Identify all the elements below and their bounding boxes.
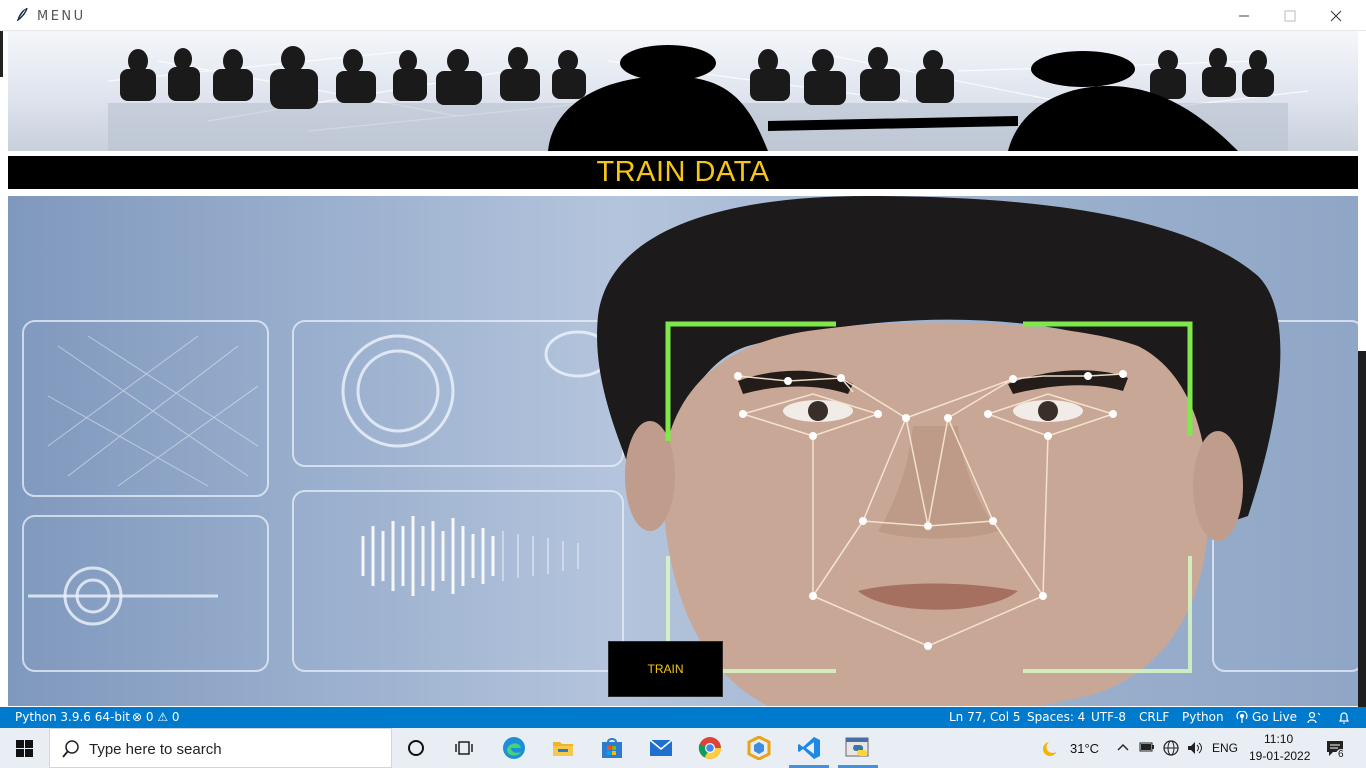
- task-view-button[interactable]: [440, 728, 488, 768]
- broadcast-icon: [1236, 711, 1248, 723]
- notifications-bell-icon[interactable]: [1338, 711, 1350, 724]
- search-placeholder: Type here to search: [89, 741, 222, 758]
- window-title: MENU: [37, 9, 86, 24]
- clock-date[interactable]: 19-01-2022: [1249, 749, 1310, 763]
- window-titlebar: MENU: [0, 0, 1366, 31]
- vscode-icon: [798, 737, 820, 759]
- maximize-icon: [1284, 10, 1296, 21]
- battery-icon[interactable]: [1139, 741, 1155, 753]
- python-interpreter[interactable]: Python 3.9.6 64-bit: [15, 710, 130, 724]
- edge-button[interactable]: [490, 728, 538, 768]
- maximize-button[interactable]: [1267, 0, 1313, 31]
- search-icon: [62, 740, 79, 758]
- mail-icon: [649, 739, 673, 756]
- chevron-up-icon[interactable]: [1117, 743, 1129, 751]
- file-explorer-button[interactable]: [539, 728, 587, 768]
- business-people-silhouettes: [107, 45, 1309, 151]
- go-live[interactable]: Go Live: [1252, 710, 1297, 724]
- chrome-button[interactable]: [686, 728, 734, 768]
- chrome-icon: [698, 737, 721, 759]
- close-icon: [1330, 10, 1342, 21]
- vscode-statusbar: Python 3.9.6 64-bit ⊗ 0 ⚠ 0 Ln 77, Col 5…: [0, 707, 1366, 728]
- volume-icon[interactable]: [1186, 740, 1204, 756]
- python-idle-icon: [845, 737, 869, 757]
- minimize-icon: [1239, 15, 1249, 16]
- microsoft-store-button[interactable]: [588, 728, 636, 768]
- cursor-position[interactable]: Ln 77, Col 5: [949, 710, 1021, 724]
- search-box[interactable]: Type here to search: [49, 728, 392, 768]
- clock-time[interactable]: 11:10: [1264, 732, 1293, 746]
- office-button[interactable]: [735, 728, 783, 768]
- minimize-button[interactable]: [1221, 0, 1267, 31]
- folder-icon: [553, 742, 573, 756]
- face-recognition-image: [8, 196, 1358, 706]
- edge-icon: [503, 737, 525, 759]
- task-view-icon: [455, 741, 473, 755]
- feedback-icon[interactable]: [1307, 711, 1321, 724]
- window-edge: [0, 31, 3, 77]
- mail-button[interactable]: [637, 728, 685, 768]
- weather-temperature[interactable]: 31°C: [1070, 741, 1099, 756]
- input-language[interactable]: ENG: [1212, 741, 1238, 755]
- taskbar: Type here to search 31°C ENG 11:10 19-01…: [0, 728, 1366, 768]
- title-strip: TRAIN DATA: [8, 151, 1358, 196]
- problems-count[interactable]: ⊗ 0 ⚠ 0: [132, 710, 180, 724]
- windows-logo-icon: [15, 739, 33, 757]
- page-title: TRAIN DATA: [596, 156, 770, 188]
- indentation[interactable]: Spaces: 4: [1027, 710, 1085, 724]
- encoding[interactable]: UTF-8: [1091, 710, 1126, 724]
- notification-count-badge: 6: [1336, 749, 1346, 760]
- train-button[interactable]: TRAIN: [608, 641, 723, 697]
- language-mode[interactable]: Python: [1182, 710, 1224, 724]
- hexagon-app-icon: [747, 736, 771, 760]
- feather-icon: [17, 7, 28, 21]
- start-button[interactable]: [0, 728, 48, 768]
- weather-sun-icon: [1043, 741, 1059, 756]
- store-icon: [602, 738, 622, 758]
- window-edge-right: [1358, 351, 1366, 707]
- title-bar: TRAIN DATA: [8, 156, 1358, 189]
- cortana-circle-icon: [408, 740, 424, 756]
- face-scan-illustration: [22, 196, 1358, 706]
- banner-image: [8, 31, 1358, 151]
- line-ending[interactable]: CRLF: [1139, 710, 1169, 724]
- cortana-button[interactable]: [392, 728, 440, 768]
- python-idle-button[interactable]: [834, 728, 882, 768]
- close-button[interactable]: [1313, 0, 1359, 31]
- network-globe-icon[interactable]: [1162, 739, 1180, 757]
- vscode-button[interactable]: [785, 728, 833, 768]
